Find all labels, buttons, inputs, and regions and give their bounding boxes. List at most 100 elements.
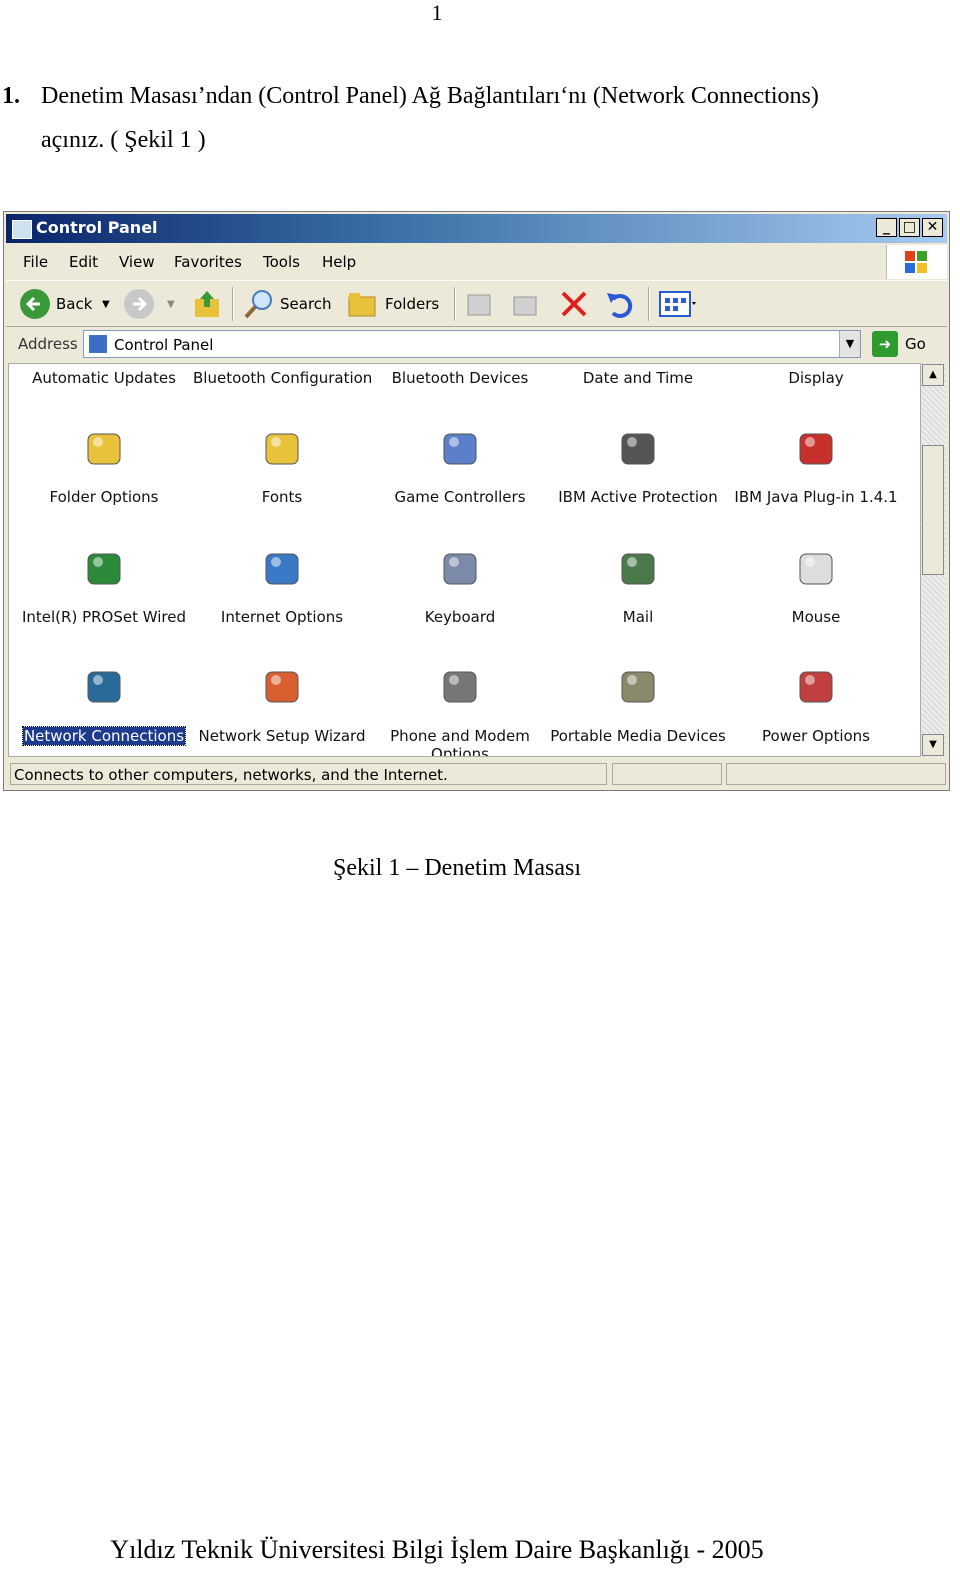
item-label: Intel(R) PROSet Wired	[21, 608, 187, 626]
scroll-thumb[interactable]	[922, 445, 944, 575]
intel-proset-icon	[87, 553, 121, 585]
item-label: IBM Java Plug-in 1.4.1	[734, 488, 898, 506]
list-item[interactable]: Bluetooth Configuration	[192, 369, 372, 387]
menu-tools[interactable]: Tools	[263, 253, 300, 271]
item-label: Phone and Modem	[390, 727, 530, 745]
back-button[interactable]: Back	[56, 295, 92, 313]
list-item[interactable]: Intel(R) PROSet Wired	[14, 546, 194, 626]
move-to-icon[interactable]	[464, 289, 498, 319]
control-panel-content: Automatic Updates Bluetooth Configuratio…	[8, 363, 921, 757]
item-label: Mouse	[791, 608, 841, 626]
control-panel-icon	[12, 220, 32, 239]
list-item[interactable]: Folder Options	[14, 426, 194, 506]
forward-arrow-icon[interactable]	[122, 287, 156, 321]
list-item[interactable]: Bluetooth Devices	[370, 369, 550, 387]
phone-modem-icon	[443, 671, 477, 703]
item-label: Power Options	[762, 727, 870, 745]
maximize-button[interactable]: □	[899, 218, 920, 237]
keyboard-icon	[443, 553, 477, 585]
item-label: Internet Options	[220, 608, 344, 626]
item-label: Keyboard	[424, 608, 496, 626]
control-panel-window: Control Panel _ □ ✕ File Edit View Favor…	[3, 211, 950, 791]
page-footer: Yıldız Teknik Üniversitesi Bilgi İşlem D…	[110, 1535, 764, 1564]
figure-caption: Şekil 1 – Denetim Masası	[333, 855, 581, 881]
scroll-up-icon[interactable]: ▲	[922, 364, 944, 386]
java-icon	[799, 433, 833, 465]
search-icon[interactable]	[242, 287, 276, 321]
list-item[interactable]: Game Controllers	[370, 426, 550, 506]
address-value: Control Panel	[114, 336, 214, 354]
address-input[interactable]: Control Panel ▼	[83, 330, 861, 358]
page-number: 1	[431, 0, 443, 25]
status-text: Connects to other computers, networks, a…	[10, 763, 607, 785]
power-options-icon	[799, 671, 833, 703]
game-controller-icon	[443, 433, 477, 465]
views-icon[interactable]	[657, 289, 697, 319]
folders-button[interactable]: Folders	[385, 295, 439, 313]
status-bar: Connects to other computers, networks, a…	[6, 761, 947, 787]
item-label: Game Controllers	[394, 488, 526, 506]
list-item[interactable]: Fonts	[192, 426, 372, 506]
scroll-down-icon[interactable]: ▼	[922, 734, 944, 756]
list-item[interactable]: Power Options	[726, 664, 906, 745]
list-item[interactable]: Mouse	[726, 546, 906, 626]
menu-edit[interactable]: Edit	[69, 253, 98, 271]
list-item[interactable]: Network Connections	[14, 664, 194, 746]
step-number: 1.	[2, 83, 20, 109]
item-label: Network Setup Wizard	[198, 727, 366, 745]
list-item[interactable]: Internet Options	[192, 546, 372, 626]
vertical-scrollbar[interactable]: ▲ ▼	[921, 363, 946, 757]
item-label: Fonts	[261, 488, 303, 506]
address-label: Address	[18, 335, 78, 353]
list-item[interactable]: Network Setup Wizard	[192, 664, 372, 745]
control-panel-small-icon	[89, 335, 107, 353]
menu-view[interactable]: View	[119, 253, 155, 271]
item-label: IBM Active Protection	[558, 488, 718, 506]
list-item[interactable]: Mail	[548, 546, 728, 626]
copy-to-icon[interactable]	[508, 289, 542, 319]
list-item[interactable]: Display	[726, 369, 906, 387]
internet-options-icon	[265, 553, 299, 585]
list-item[interactable]: IBM Active Protection	[548, 426, 728, 506]
back-dropdown-icon[interactable]: ▼	[102, 299, 110, 310]
mail-icon	[621, 553, 655, 585]
menu-file[interactable]: File	[23, 253, 48, 271]
ibm-active-protection-icon	[621, 433, 655, 465]
item-label-continued: Options	[431, 745, 489, 757]
address-dropdown-icon[interactable]: ▼	[839, 331, 860, 357]
list-item[interactable]: Keyboard	[370, 546, 550, 626]
windows-logo-icon	[886, 245, 947, 279]
step-line-2: açınız. ( Şekil 1 )	[41, 127, 206, 153]
search-button[interactable]: Search	[280, 295, 332, 313]
list-item[interactable]: Portable Media Devices	[548, 664, 728, 745]
undo-icon[interactable]	[603, 287, 637, 321]
toolbar: Back ▼ ▼ Search Folders	[6, 280, 947, 327]
go-button[interactable]: Go	[905, 335, 926, 353]
list-item[interactable]: IBM Java Plug-in 1.4.1	[726, 426, 906, 506]
delete-icon[interactable]	[557, 289, 591, 319]
item-label: Mail	[622, 608, 654, 626]
fonts-icon	[265, 433, 299, 465]
close-button[interactable]: ✕	[922, 218, 943, 237]
network-setup-wizard-icon	[265, 671, 299, 703]
network-connections-icon	[87, 671, 121, 703]
step-line-1: Denetim Masası’ndan (Control Panel) Ağ B…	[41, 83, 819, 109]
list-item[interactable]: Automatic Updates	[14, 369, 194, 387]
window-title: Control Panel	[36, 218, 158, 237]
menu-help[interactable]: Help	[322, 253, 356, 271]
title-bar[interactable]: Control Panel _ □ ✕	[6, 214, 947, 243]
go-arrow-icon[interactable]: ➜	[872, 331, 898, 357]
menu-bar: File Edit View Favorites Tools Help	[6, 245, 947, 279]
menu-favorites[interactable]: Favorites	[174, 253, 242, 271]
folder-options-icon	[87, 433, 121, 465]
forward-dropdown-icon[interactable]: ▼	[167, 299, 175, 310]
list-item[interactable]: Date and Time	[548, 369, 728, 387]
up-folder-icon[interactable]	[191, 287, 223, 321]
back-arrow-icon[interactable]	[18, 287, 52, 321]
portable-media-icon	[621, 671, 655, 703]
minimize-button[interactable]: _	[876, 218, 897, 237]
list-item[interactable]: Phone and Modem Options	[370, 664, 550, 756]
mouse-icon	[799, 553, 833, 585]
folders-icon[interactable]	[346, 289, 380, 319]
item-label: Portable Media Devices	[550, 727, 726, 745]
